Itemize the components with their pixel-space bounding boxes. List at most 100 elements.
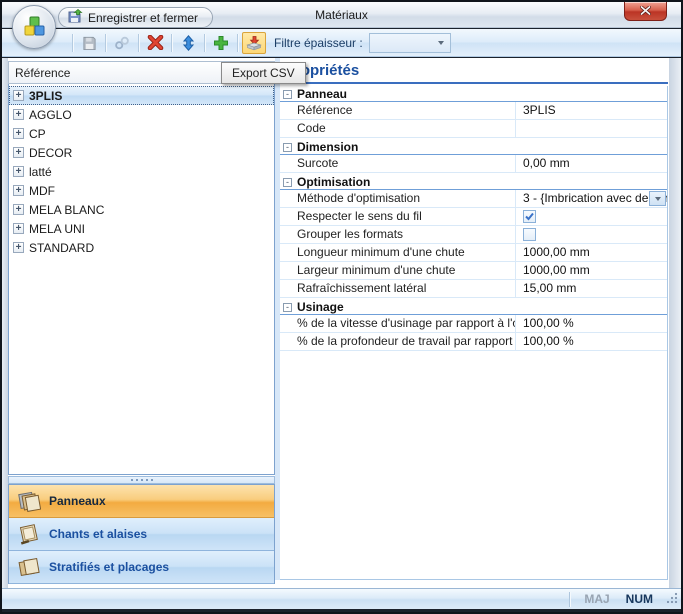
tree-item-label: CP bbox=[29, 127, 46, 141]
toolbar: Filtre épaisseur : bbox=[2, 29, 681, 57]
property-row-profondeur-travail: % de la profondeur de travail par rappor… bbox=[280, 333, 667, 351]
splitter-handle[interactable] bbox=[8, 476, 275, 484]
expand-icon[interactable] bbox=[13, 166, 24, 177]
expand-icon[interactable] bbox=[13, 185, 24, 196]
property-label: % de la profondeur de travail par rappor… bbox=[280, 333, 515, 350]
tree-item-label: STANDARD bbox=[29, 241, 94, 255]
move-up-down-icon bbox=[182, 35, 195, 51]
property-row-longueur-min-chute: Longueur minimum d'une chute 1000,00 mm bbox=[280, 244, 667, 262]
collapse-icon[interactable] bbox=[283, 178, 292, 187]
close-icon bbox=[640, 4, 651, 18]
resize-grip[interactable] bbox=[667, 592, 678, 606]
nav-item-panneaux[interactable]: Panneaux bbox=[9, 485, 274, 518]
delete-icon bbox=[147, 35, 164, 50]
property-value[interactable]: 1000,00 mm bbox=[515, 262, 667, 279]
tree-item-standard[interactable]: STANDARD bbox=[9, 238, 274, 257]
collapse-icon[interactable] bbox=[283, 143, 292, 152]
tree-item-latte[interactable]: latté bbox=[9, 162, 274, 181]
save-and-close-icon bbox=[67, 8, 83, 27]
property-value[interactable]: 100,00 % bbox=[515, 333, 667, 350]
tree-item-label: DECOR bbox=[29, 146, 72, 160]
collapse-icon[interactable] bbox=[283, 303, 292, 312]
property-label: Grouper les formats bbox=[280, 226, 515, 243]
section-panneau: Panneau bbox=[280, 87, 667, 102]
property-label: Rafraîchissement latéral bbox=[280, 280, 515, 297]
property-row-methode-optimisation: Méthode d'optimisation 3 - {Imbrication … bbox=[280, 190, 667, 208]
material-tree: 3PLIS AGGLO CP DECOR latté MDF MELA BLAN… bbox=[8, 84, 275, 475]
delete-button[interactable] bbox=[143, 32, 167, 54]
property-value[interactable]: 3PLIS bbox=[515, 102, 667, 119]
property-grid: Panneau Référence 3PLIS Code Dimension S… bbox=[280, 86, 668, 580]
section-title: Panneau bbox=[297, 87, 347, 101]
filter-thickness-label: Filtre épaisseur : bbox=[274, 36, 363, 50]
checkbox[interactable] bbox=[523, 210, 536, 223]
collapse-icon[interactable] bbox=[283, 90, 292, 99]
property-value[interactable]: 0,00 mm bbox=[515, 155, 667, 172]
tree-item-mdf[interactable]: MDF bbox=[9, 181, 274, 200]
property-row-vitesse-usinage: % de la vitesse d'usinage par rapport à … bbox=[280, 315, 667, 333]
app-menu-button[interactable] bbox=[12, 5, 56, 49]
window-title: Matériaux bbox=[315, 8, 368, 22]
property-label: Largeur minimum d'une chute bbox=[280, 262, 515, 279]
caps-lock-indicator: MAJ bbox=[584, 592, 609, 606]
window-frame-right bbox=[669, 58, 681, 588]
dropdown-button[interactable] bbox=[649, 191, 666, 206]
laminate-sheets-icon bbox=[17, 555, 41, 579]
tree-item-decor[interactable]: DECOR bbox=[9, 143, 274, 162]
checkbox[interactable] bbox=[523, 228, 536, 241]
tree-item-agglo[interactable]: AGGLO bbox=[9, 105, 274, 124]
expand-icon[interactable] bbox=[13, 223, 24, 234]
section-dimension: Dimension bbox=[280, 140, 667, 155]
property-row-code: Code bbox=[280, 120, 667, 138]
toolbar-separator bbox=[138, 34, 139, 52]
property-value[interactable]: 1000,00 mm bbox=[515, 244, 667, 261]
dropdown-selected-value: 3 - {Imbrication avec deux re bbox=[523, 191, 667, 205]
tree-item-mela-uni[interactable]: MELA UNI bbox=[9, 219, 274, 238]
toolbar-separator bbox=[105, 34, 106, 52]
save-button[interactable] bbox=[77, 32, 101, 54]
property-value bbox=[515, 208, 667, 225]
expand-icon[interactable] bbox=[13, 90, 24, 101]
toolbar-separator bbox=[204, 34, 205, 52]
duplicate-button[interactable] bbox=[110, 32, 134, 54]
tree-item-label: MELA BLANC bbox=[29, 203, 104, 217]
toolbar-separator bbox=[237, 34, 238, 52]
expand-icon[interactable] bbox=[13, 109, 24, 120]
save-and-close-button[interactable]: Enregistrer et fermer bbox=[58, 7, 213, 28]
property-label: Respecter le sens du fil bbox=[280, 208, 515, 225]
export-csv-tooltip: Export CSV bbox=[221, 62, 306, 84]
expand-icon[interactable] bbox=[13, 204, 24, 215]
statusbar: MAJ NUM bbox=[2, 588, 681, 609]
property-value[interactable]: 100,00 % bbox=[515, 315, 667, 332]
nav-item-chants-et-alaises[interactable]: Chants et alaises bbox=[9, 518, 274, 551]
property-label: Référence bbox=[280, 102, 515, 119]
expand-icon[interactable] bbox=[13, 242, 24, 253]
expand-icon[interactable] bbox=[13, 147, 24, 158]
tree-item-label: MDF bbox=[29, 184, 55, 198]
nav-item-stratifies-et-placages[interactable]: Stratifiés et placages bbox=[9, 551, 274, 584]
nav-item-label: Panneaux bbox=[49, 494, 106, 508]
property-value-dropdown[interactable]: 3 - {Imbrication avec deux re bbox=[515, 190, 667, 207]
add-button[interactable] bbox=[209, 32, 233, 54]
property-value[interactable] bbox=[515, 120, 667, 137]
property-label: Code bbox=[280, 120, 515, 137]
property-label: % de la vitesse d'usinage par rapport à … bbox=[280, 315, 515, 332]
link-icon bbox=[114, 35, 130, 51]
properties-header: Propriétés bbox=[280, 60, 668, 84]
property-value bbox=[515, 226, 667, 243]
tree-item-3plis[interactable]: 3PLIS bbox=[9, 86, 274, 105]
filter-thickness-combobox[interactable] bbox=[369, 33, 451, 53]
property-value[interactable]: 15,00 mm bbox=[515, 280, 667, 297]
export-csv-button[interactable] bbox=[242, 32, 266, 54]
tree-item-cp[interactable]: CP bbox=[9, 124, 274, 143]
move-button[interactable] bbox=[176, 32, 200, 54]
close-button[interactable] bbox=[624, 2, 667, 21]
panels-stack-icon bbox=[17, 489, 41, 513]
materials-window: Enregistrer et fermer Matériaux bbox=[0, 0, 683, 614]
property-label: Longueur minimum d'une chute bbox=[280, 244, 515, 261]
num-lock-indicator: NUM bbox=[626, 592, 653, 606]
tree-item-label: MELA UNI bbox=[29, 222, 85, 236]
section-title: Optimisation bbox=[297, 175, 370, 189]
tree-item-mela-blanc[interactable]: MELA BLANC bbox=[9, 200, 274, 219]
expand-icon[interactable] bbox=[13, 128, 24, 139]
